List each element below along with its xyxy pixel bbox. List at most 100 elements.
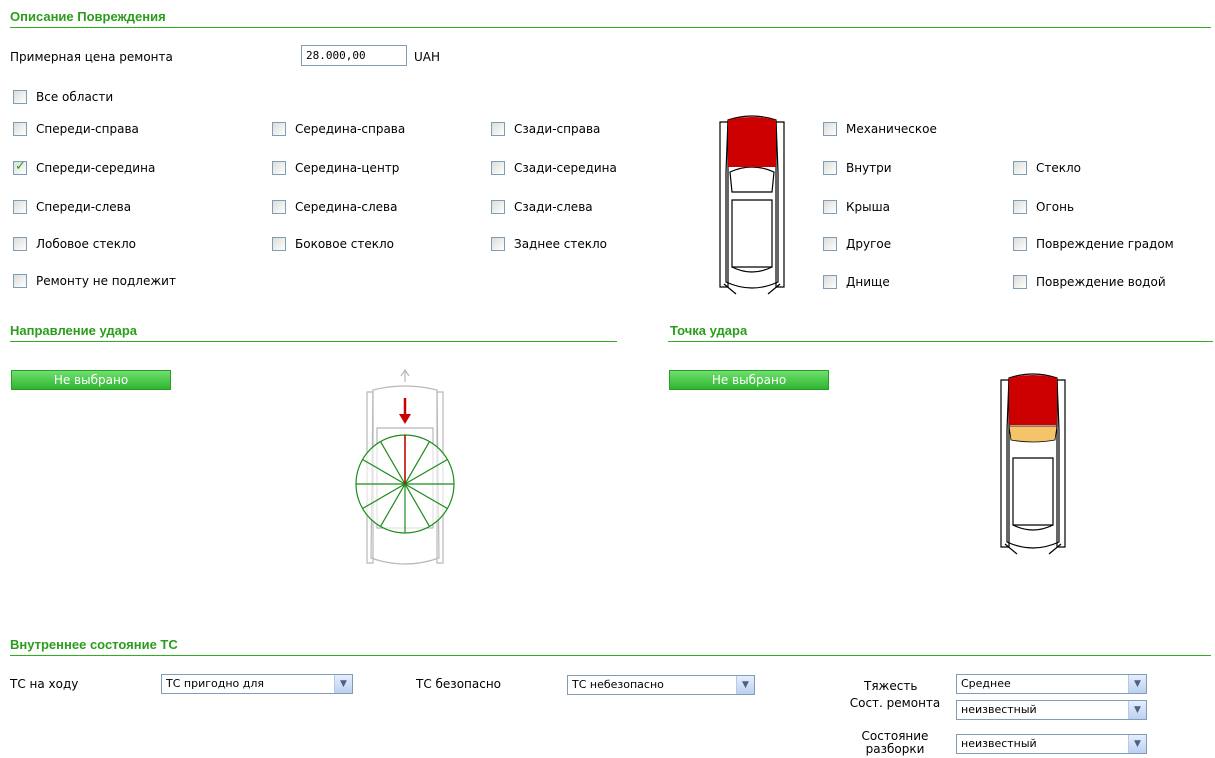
checkbox-box[interactable] [1013,275,1027,289]
checkbox-label: Спереди-справа [36,122,139,136]
checkbox-glass[interactable]: Стекло [1013,161,1081,175]
section-title-damage: Описание Повреждения [10,9,166,24]
checkbox-other[interactable]: Другое [823,237,891,251]
checkbox-front-left[interactable]: Спереди-слева [13,200,131,214]
front-damage-area[interactable] [728,117,776,167]
chevron-down-icon[interactable]: ▼ [1128,675,1146,693]
select-value: ТС пригодно для передвижения [166,677,265,690]
disassembly-select[interactable]: неизвестный ▼ [956,734,1147,754]
checkbox-label: Сзади-середина [514,161,617,175]
impact-direction-diagram[interactable] [353,368,457,574]
checkbox-rear-glass[interactable]: Заднее стекло [491,237,607,251]
checkbox-box[interactable] [272,200,286,214]
divider [10,341,617,342]
checkbox-box[interactable] [491,161,505,175]
checkbox-label: Сзади-слева [514,200,593,214]
checkbox-box[interactable] [1013,237,1027,251]
select-value: ТС небезопасно [572,678,664,691]
checkbox-label: Спереди-середина [36,161,156,175]
currency-label: UAH [414,50,441,64]
repair-state-select[interactable]: неизвестный ▼ [956,700,1147,720]
checkbox-label: Середина-слева [295,200,398,214]
checkbox-box[interactable] [13,274,27,288]
checkbox-box[interactable] [823,237,837,251]
checkbox-underbody[interactable]: Днище [823,275,890,289]
checkbox-box[interactable] [272,161,286,175]
checkbox-label: Механическое [846,122,937,136]
checkbox-side-glass[interactable]: Боковое стекло [272,237,394,251]
checkbox-box[interactable] [272,237,286,251]
checkbox-box[interactable] [823,122,837,136]
checkbox-label: Повреждение водой [1036,275,1166,289]
impact-direction-button[interactable]: Не выбрано [11,370,171,390]
checkbox-label: Внутри [846,161,892,175]
price-input[interactable]: 28.000,00 [301,45,407,66]
chevron-down-icon[interactable]: ▼ [334,675,352,693]
checkbox-label: Крыша [846,200,890,214]
checkbox-hail[interactable]: Повреждение градом [1013,237,1174,251]
severity-select[interactable]: Среднее ▼ [956,674,1147,694]
checkbox-front-middle[interactable]: Спереди-середина [13,159,156,175]
section-title-internal-state: Внутреннее состояние ТС [10,637,178,652]
checkbox-middle-center[interactable]: Середина-центр [272,161,399,175]
impact-point-diagram[interactable] [993,370,1073,558]
chevron-down-icon[interactable]: ▼ [1128,735,1146,753]
checkbox-label: Все области [36,90,114,104]
chevron-down-icon[interactable]: ▼ [736,676,754,694]
checkbox-label: Спереди-слева [36,200,132,214]
checkbox-box[interactable] [1013,200,1027,214]
checkbox-label: Другое [846,237,892,251]
windshield-area[interactable] [1008,425,1058,443]
checkbox-box[interactable] [13,200,27,214]
checkbox-box[interactable] [823,275,837,289]
checkbox-box[interactable] [823,161,837,175]
checkbox-all-areas[interactable]: Все области [13,90,113,104]
checkbox-fire[interactable]: Огонь [1013,200,1074,214]
checkbox-mechanical[interactable]: Механическое [823,122,937,136]
disassembly-label: Состояние разборки [861,729,929,756]
checkbox-inside[interactable]: Внутри [823,161,892,175]
drivable-select[interactable]: ТС пригодно для передвижения ▼ [161,674,353,694]
impact-point-button[interactable]: Не выбрано [669,370,829,390]
divider [10,27,1211,28]
checkbox-roof[interactable]: Крыша [823,200,890,214]
repair-state-label: Сост. ремонта [849,696,941,710]
checkbox-rear-left[interactable]: Сзади-слева [491,200,593,214]
checkbox-not-repairable[interactable]: Ремонту не подлежит [13,274,176,288]
checkbox-label: Боковое стекло [295,237,395,251]
checkbox-label: Стекло [1036,161,1082,175]
checkbox-middle-left[interactable]: Середина-слева [272,200,397,214]
section-title-impact-direction: Направление удара [10,323,138,338]
car-damage-diagram[interactable] [712,112,792,298]
chevron-down-icon[interactable]: ▼ [1128,701,1146,719]
impact-arrow-icon [399,398,411,424]
select-value: неизвестный [961,737,1037,750]
checkbox-box[interactable] [491,237,505,251]
checkbox-front-right[interactable]: Спереди-справа [13,122,139,136]
select-value: Среднее [961,677,1011,690]
checkbox-box[interactable] [13,122,27,136]
section-title-impact-point: Точка удара [670,323,748,338]
checkbox-rear-right[interactable]: Сзади-справа [491,122,600,136]
checkbox-box[interactable] [13,90,27,104]
checkbox-box-checked[interactable] [13,159,27,175]
checkbox-rear-middle[interactable]: Сзади-середина [491,161,617,175]
checkbox-box[interactable] [272,122,286,136]
checkbox-label: Ремонту не подлежит [36,274,176,288]
front-impact-area[interactable] [1009,375,1057,425]
checkbox-label: Лобовое стекло [36,237,136,251]
checkbox-label: Середина-центр [295,161,400,175]
checkbox-middle-right[interactable]: Середина-справа [272,122,405,136]
checkbox-box[interactable] [491,200,505,214]
checkbox-label: Заднее стекло [514,237,607,251]
checkbox-water[interactable]: Повреждение водой [1013,275,1166,289]
checkbox-label: Повреждение градом [1036,237,1174,251]
checkbox-box[interactable] [1013,161,1027,175]
checkbox-box[interactable] [823,200,837,214]
checkbox-label: Огонь [1036,200,1075,214]
checkbox-box[interactable] [13,237,27,251]
safe-select[interactable]: ТС небезопасно ▼ [567,675,755,695]
price-label: Примерная цена ремонта [10,50,173,64]
checkbox-windshield[interactable]: Лобовое стекло [13,237,136,251]
checkbox-box[interactable] [491,122,505,136]
